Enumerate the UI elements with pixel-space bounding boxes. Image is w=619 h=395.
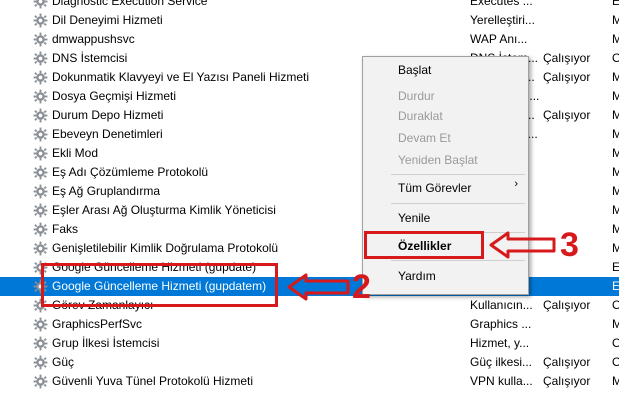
service-status: Çalışıyor bbox=[543, 51, 591, 65]
service-name: Ekli Mod bbox=[52, 146, 99, 160]
service-name: Eş Adı Çözümleme Protokolü bbox=[52, 165, 209, 179]
service-startup-type: M bbox=[612, 70, 619, 84]
service-gear-icon bbox=[33, 222, 48, 237]
service-startup-type: El bbox=[612, 279, 619, 293]
service-startup-type: M bbox=[612, 89, 619, 103]
service-name: Durum Depo Hizmeti bbox=[52, 108, 164, 122]
service-name: Faks bbox=[52, 222, 79, 236]
menu-item-restart[interactable]: Yeniden Başlat bbox=[398, 151, 478, 169]
service-status: Çalışıyor bbox=[543, 298, 591, 312]
service-name: DNS İstemcisi bbox=[52, 51, 128, 65]
menu-item-all-tasks[interactable]: Tüm Görevler bbox=[398, 179, 471, 197]
service-startup-type: M bbox=[612, 222, 619, 236]
service-gear-icon bbox=[33, 108, 48, 123]
service-row[interactable]: Güvenli Yuva Tünel Protokolü Hizmeti VPN … bbox=[0, 372, 619, 391]
service-startup-type: O bbox=[612, 51, 619, 65]
service-description: Hizmet, y... bbox=[470, 336, 530, 350]
service-startup-type: M bbox=[612, 32, 619, 46]
service-description: Güç ilkesi... bbox=[470, 355, 533, 369]
service-startup-type: M bbox=[612, 13, 619, 27]
service-startup-type: M bbox=[612, 241, 619, 255]
service-gear-icon bbox=[33, 51, 48, 66]
menu-item-stop[interactable]: Durdur bbox=[398, 87, 435, 105]
service-name: Dil Deneyimi Hizmeti bbox=[52, 13, 163, 27]
service-description: VPN kulla... bbox=[470, 374, 533, 388]
menu-item-refresh[interactable]: Yenile bbox=[398, 209, 430, 227]
service-startup-type: M bbox=[612, 108, 619, 122]
service-gear-icon bbox=[33, 317, 48, 332]
service-startup-type: M bbox=[612, 165, 619, 179]
service-gear-icon bbox=[33, 165, 48, 180]
service-startup-type: O bbox=[612, 298, 619, 312]
service-name: Dosya Geçmişi Hizmeti bbox=[52, 89, 177, 103]
service-name: Grup İlkesi İstemcisi bbox=[52, 336, 160, 350]
service-gear-icon bbox=[33, 13, 48, 28]
submenu-arrow-icon: › bbox=[514, 178, 518, 190]
service-name: Eş Ağ Gruplandırma bbox=[52, 184, 161, 198]
service-row[interactable]: Güç Güç ilkesi... Çalışıyor O bbox=[0, 353, 619, 372]
service-row[interactable]: dmwappushsvc WAP Anı... M bbox=[0, 30, 619, 49]
service-gear-icon bbox=[33, 184, 48, 199]
service-gear-icon bbox=[33, 355, 48, 370]
service-description: Graphics ... bbox=[470, 317, 532, 331]
callout-number-3: 3 bbox=[560, 226, 579, 264]
arrow-left-icon bbox=[489, 231, 556, 259]
service-gear-icon bbox=[33, 32, 48, 47]
service-row[interactable]: Grup İlkesi İstemcisi Hizmet, y... O bbox=[0, 334, 619, 353]
service-startup-type: M bbox=[612, 317, 619, 331]
service-startup-type: O bbox=[612, 355, 619, 369]
service-status: Çalışıyor bbox=[543, 374, 591, 388]
service-startup-type: M bbox=[612, 146, 619, 160]
service-status: Çalışıyor bbox=[543, 355, 591, 369]
menu-separator bbox=[391, 174, 525, 175]
menu-item-pause[interactable]: Duraklat bbox=[398, 107, 443, 125]
service-gear-icon bbox=[33, 70, 48, 85]
service-startup-type: El bbox=[612, 260, 619, 274]
service-startup-type: M bbox=[612, 374, 619, 388]
menu-separator bbox=[391, 260, 525, 261]
callout-number-2: 2 bbox=[352, 268, 371, 306]
highlight-box-service bbox=[41, 263, 278, 307]
service-name: Ebeveyn Denetimleri bbox=[52, 127, 163, 141]
service-row[interactable]: Diagnostic Execution Service Executes ...… bbox=[0, 0, 619, 11]
service-startup-type: O bbox=[612, 336, 619, 350]
service-gear-icon bbox=[33, 374, 48, 389]
service-startup-type: M bbox=[612, 184, 619, 198]
service-row[interactable]: Dil Deneyimi Hizmeti Yerelleştiri... M bbox=[0, 11, 619, 30]
arrow-left-icon bbox=[287, 273, 350, 301]
service-gear-icon bbox=[33, 127, 48, 142]
menu-item-start[interactable]: Başlat bbox=[398, 61, 431, 79]
service-startup-type: M bbox=[612, 127, 619, 141]
service-startup-type: M bbox=[612, 203, 619, 217]
service-name: Genişletilebilir Kimlik Doğrulama Protok… bbox=[52, 241, 279, 255]
service-name: Diagnostic Execution Service bbox=[52, 0, 208, 8]
menu-item-help[interactable]: Yardım bbox=[398, 267, 436, 285]
service-gear-icon bbox=[33, 146, 48, 161]
service-status: Çalışıyor bbox=[543, 70, 591, 84]
service-row[interactable]: GraphicsPerfSvc Graphics ... M bbox=[0, 315, 619, 334]
service-name: Dokunmatik Klavyeyi ve El Yazısı Paneli … bbox=[52, 70, 309, 84]
service-gear-icon bbox=[33, 241, 48, 256]
service-gear-icon bbox=[33, 89, 48, 104]
highlight-box-properties bbox=[364, 231, 484, 259]
service-description: Kullanıcın... bbox=[470, 298, 533, 312]
menu-separator bbox=[391, 203, 525, 204]
service-gear-icon bbox=[33, 0, 48, 9]
service-name: Eşler Arası Ağ Oluşturma Kimlik Yönetici… bbox=[52, 203, 276, 217]
service-name: Güç bbox=[52, 355, 75, 369]
service-status: Çalışıyor bbox=[543, 108, 591, 122]
service-description: WAP Anı... bbox=[470, 32, 528, 46]
service-description: Executes ... bbox=[470, 0, 533, 8]
service-gear-icon bbox=[33, 336, 48, 351]
service-gear-icon bbox=[33, 203, 48, 218]
menu-item-resume[interactable]: Devam Et bbox=[398, 129, 451, 147]
service-name: Güvenli Yuva Tünel Protokolü Hizmeti bbox=[52, 374, 253, 388]
service-startup-type: El bbox=[612, 0, 619, 8]
service-name: dmwappushsvc bbox=[52, 32, 135, 46]
service-description: Yerelleştiri... bbox=[470, 13, 535, 27]
service-name: GraphicsPerfSvc bbox=[52, 317, 143, 331]
